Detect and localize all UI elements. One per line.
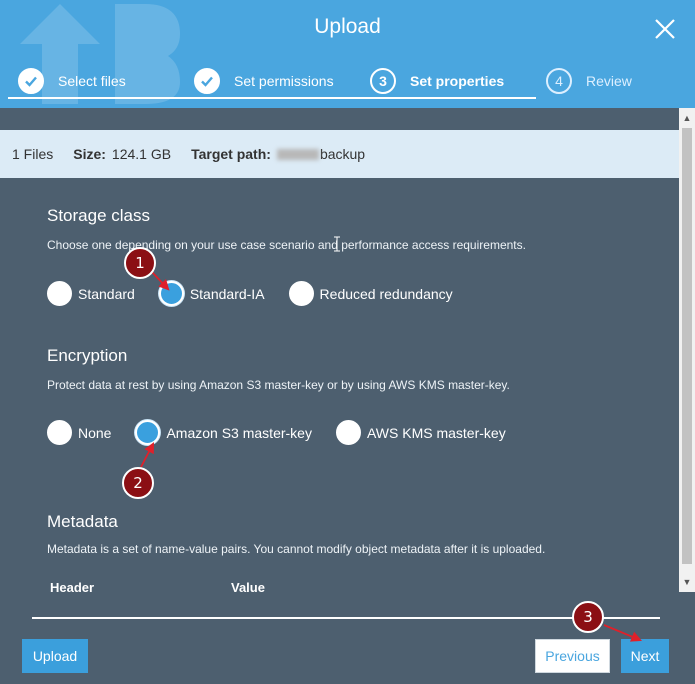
dialog-content: 1 Files Size: 124.1 GB Target path: back… <box>0 108 679 610</box>
check-icon <box>194 68 220 94</box>
step-set-permissions[interactable]: Set permissions <box>194 66 334 96</box>
path-value: backup <box>319 146 366 162</box>
annotation-badge-2: 2 <box>122 467 154 499</box>
upload-button[interactable]: Upload <box>22 639 88 673</box>
path-label: Target path: <box>191 146 271 162</box>
text-cursor-icon <box>334 236 340 252</box>
upload-summary-bar: 1 Files Size: 124.1 GB Target path: back… <box>0 130 679 178</box>
step-label: Review <box>586 73 632 89</box>
dialog-title: Upload <box>314 15 381 38</box>
radio-label: Reduced redundancy <box>319 285 453 302</box>
storage-class-section: Storage class Choose one depending on yo… <box>47 206 526 252</box>
radio-label: Amazon S3 master-key <box>166 424 312 441</box>
scroll-up-icon[interactable]: ▲ <box>679 110 695 126</box>
encryption-description: Protect data at rest by using Amazon S3 … <box>47 378 510 392</box>
storage-class-description: Choose one depending on your use case sc… <box>47 238 526 252</box>
radio-standard[interactable]: Standard <box>47 281 135 306</box>
radio-label: Standard <box>78 285 135 302</box>
annotation-badge-3: 3 <box>572 601 604 633</box>
radio-label: AWS KMS master-key <box>366 424 506 441</box>
file-count: 1 Files <box>12 146 54 162</box>
next-button[interactable]: Next <box>621 639 669 673</box>
storage-class-title: Storage class <box>47 206 150 225</box>
size-label: Size: <box>73 146 106 162</box>
dialog-header: Upload Select files Set permissions 3 Se… <box>0 0 695 108</box>
radio-button[interactable] <box>158 281 184 306</box>
radio-button[interactable] <box>47 420 72 445</box>
storage-class-options: Standard Standard-IA Reduced redundancy <box>47 281 477 306</box>
scrollbar-thumb[interactable] <box>682 128 692 564</box>
check-icon <box>18 68 44 94</box>
encryption-section: Encryption Protect data at rest by using… <box>47 346 510 392</box>
step-label: Set properties <box>410 73 505 89</box>
radio-button[interactable] <box>335 420 361 445</box>
step-number: 3 <box>370 68 396 94</box>
encryption-options: None Amazon S3 master-key AWS KMS master… <box>47 420 530 445</box>
step-review[interactable]: 4 Review <box>546 66 632 96</box>
step-label: Select files <box>58 73 126 89</box>
radio-button[interactable] <box>135 420 161 445</box>
scroll-down-icon[interactable]: ▼ <box>679 574 695 590</box>
content-scrollbar[interactable]: ▲ ▼ <box>679 108 695 592</box>
metadata-section: Metadata Metadata is a set of name-value… <box>47 512 545 556</box>
step-set-properties[interactable]: 3 Set properties <box>370 66 504 96</box>
radio-label: Standard-IA <box>189 285 265 302</box>
radio-standard-ia[interactable]: Standard-IA <box>158 281 265 306</box>
footer-divider <box>32 617 660 619</box>
annotation-badge-1: 1 <box>124 247 156 279</box>
wizard-steps: Select files Set permissions 3 Set prope… <box>0 66 695 98</box>
step-select-files[interactable]: Select files <box>18 66 126 96</box>
column-header-value: Value <box>231 580 265 595</box>
step-label: Set permissions <box>234 73 334 89</box>
metadata-title: Metadata <box>47 512 118 531</box>
size-value: 124.1 GB <box>111 146 172 162</box>
radio-button[interactable] <box>47 281 72 306</box>
step-progress-line <box>8 97 536 99</box>
column-header-header: Header <box>50 580 95 595</box>
radio-none[interactable]: None <box>47 420 111 445</box>
radio-reduced-redundancy[interactable]: Reduced redundancy <box>288 281 453 306</box>
step-number: 4 <box>546 68 572 94</box>
close-icon[interactable] <box>653 17 677 41</box>
encryption-title: Encryption <box>47 346 128 365</box>
metadata-description: Metadata is a set of name-value pairs. Y… <box>47 542 546 556</box>
radio-amazon-s3-master-key[interactable]: Amazon S3 master-key <box>135 420 312 445</box>
redacted-path-segment <box>276 148 319 160</box>
radio-label: None <box>78 424 112 441</box>
radio-aws-kms-master-key[interactable]: AWS KMS master-key <box>335 420 506 445</box>
previous-button[interactable]: Previous <box>535 639 610 673</box>
radio-button[interactable] <box>288 281 314 306</box>
